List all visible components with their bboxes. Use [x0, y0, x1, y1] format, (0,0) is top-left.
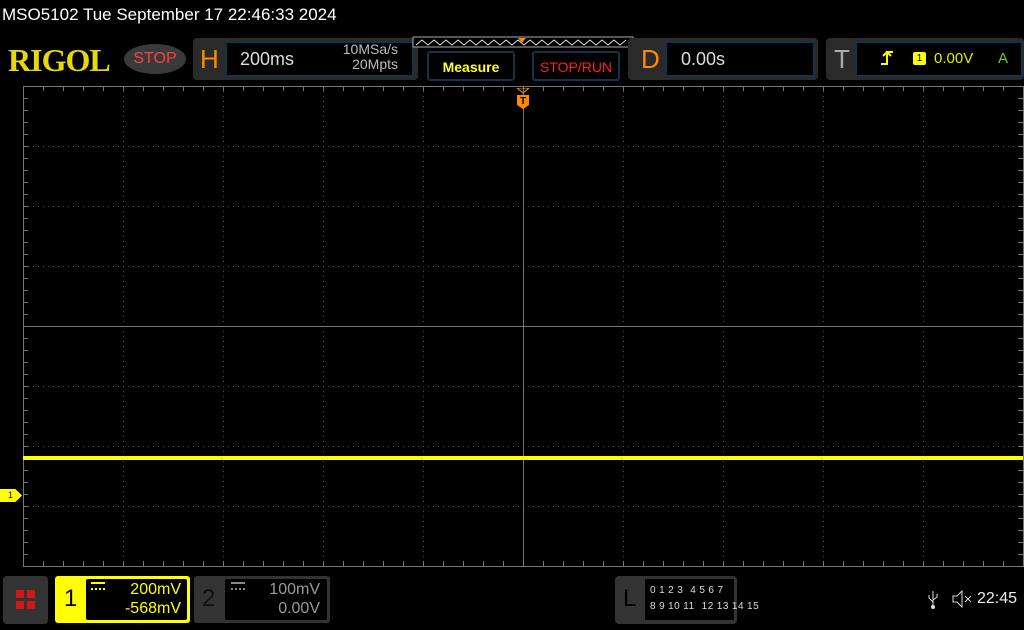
- trigger-source: 1: [913, 52, 926, 65]
- horizontal-label: H: [200, 44, 219, 74]
- window-title: MSO5102 Tue September 17 22:46:33 2024: [2, 5, 337, 24]
- sample-rate: 10MSa/s: [342, 41, 398, 57]
- logic-channel-0: 0: [650, 585, 657, 596]
- timebase-scale: 200ms: [240, 49, 295, 69]
- logic-channel-9: 9: [659, 601, 666, 612]
- delay-label: D: [641, 44, 660, 74]
- logic-channel-5: 5: [699, 585, 706, 596]
- logic-channel-3: 3: [677, 585, 684, 596]
- rigol-logo: RIGOL: [8, 42, 111, 78]
- trigger-mode: A: [998, 50, 1009, 67]
- logic-channel-6: 6: [708, 585, 715, 596]
- channel-1-number: 1: [64, 585, 78, 612]
- channel-2-scale: 100mV: [269, 581, 320, 598]
- channel-1-values: 200mV -568mV: [105, 580, 181, 618]
- memory-position-bar: [412, 36, 634, 48]
- logic-channel-10: 10: [668, 601, 681, 612]
- logic-channel-12: 12: [701, 601, 714, 612]
- dc-coupling-icon: [91, 582, 105, 590]
- channel-2-values: 100mV 0.00V: [245, 580, 320, 618]
- logic-channel-8: 8: [650, 601, 657, 612]
- channel-2-number: 2: [202, 585, 216, 612]
- menu-button[interactable]: [3, 576, 48, 624]
- dc-coupling-icon: [231, 582, 245, 590]
- logic-channel-1: 1: [659, 585, 666, 596]
- rising-edge-icon: [881, 50, 893, 65]
- logic-channels: 01234567 8 9 10 11 12 13 14 15: [645, 579, 759, 620]
- channel-2-offset: 0.00V: [278, 600, 320, 617]
- trigger-label: T: [834, 44, 850, 74]
- waveform-grid[interactable]: [0, 86, 1024, 570]
- delay-value: 0.00s: [681, 49, 726, 69]
- memory-depth: 20Mpts: [352, 56, 398, 72]
- usb-icon: [928, 591, 938, 609]
- trigger-position-marker[interactable]: T: [515, 88, 531, 110]
- trigger-level: 0.00V: [934, 50, 974, 67]
- measure-button[interactable]: Measure: [427, 51, 515, 81]
- sample-info: 10MSa/s 20Mpts: [325, 42, 398, 72]
- logic-channel-4: 4: [690, 585, 697, 596]
- logic-channel-7: 7: [717, 585, 724, 596]
- logic-channel-11: 11: [683, 601, 695, 612]
- stop-run-button[interactable]: STOP/RUN: [532, 51, 620, 81]
- logic-label: L: [623, 585, 637, 612]
- logic-channel-13: 13: [716, 601, 729, 612]
- clock: 22:45: [977, 590, 1018, 607]
- channel-1-trace: [23, 456, 1023, 460]
- channel-1-scale: 200mV: [130, 581, 181, 598]
- speaker-muted-icon[interactable]: [951, 590, 973, 608]
- logic-channel-2: 2: [668, 585, 675, 596]
- logic-channel-15: 15: [747, 601, 760, 612]
- logic-channel-14: 14: [731, 601, 745, 612]
- channel-1-offset: -568mV: [124, 600, 181, 617]
- trigger-marker-label: T: [520, 96, 526, 107]
- run-state-badge[interactable]: STOP: [124, 44, 186, 74]
- grid-menu-icon: [16, 590, 35, 609]
